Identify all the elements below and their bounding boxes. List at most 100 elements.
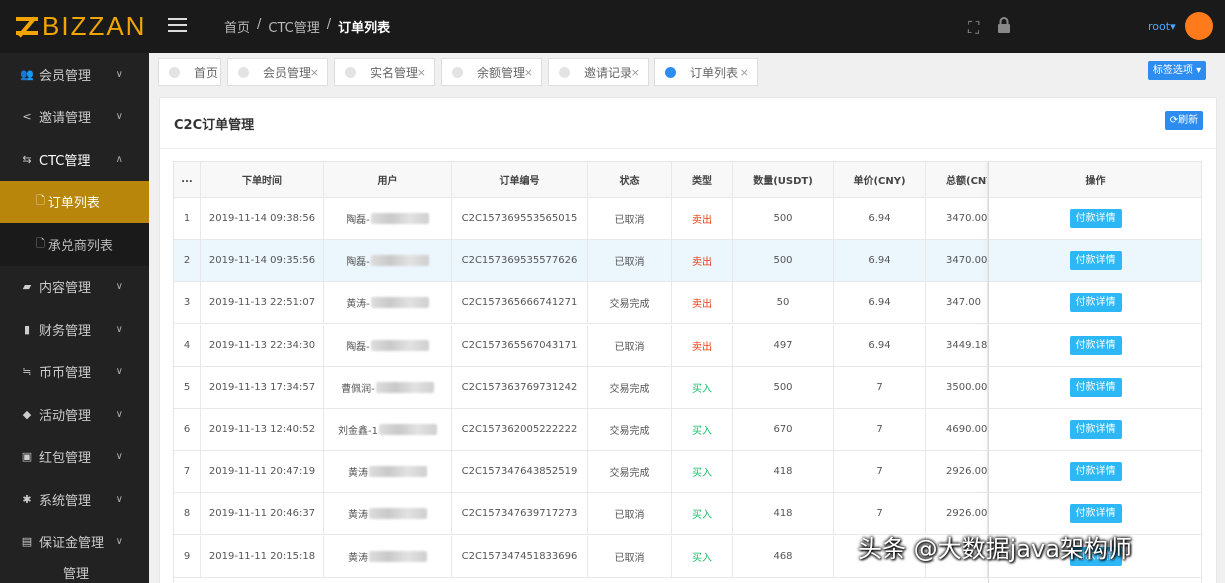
table-cell: 6.94 <box>834 324 926 366</box>
sidebar-item-partial[interactable]: 管理 <box>0 563 149 583</box>
table-cell: 497 <box>733 324 834 366</box>
total-amount: 2926.00 <box>946 508 988 520</box>
table-row[interactable]: 2 2019-11-14 09:35:56 陶磊- C2C15736953557762… <box>174 240 1201 283</box>
table-row[interactable]: 7 2019-11-11 20:47:19 黄涛 C2C157347643852519… <box>174 451 1201 494</box>
table-row[interactable]: 4 2019-11-13 22:34:30 陶磊- C2C15736556704317… <box>174 324 1201 367</box>
tab-balance[interactable]: 余额管理 × <box>441 58 542 86</box>
column-header: 下单时间 <box>201 162 324 197</box>
table-cell: 5 <box>174 366 201 408</box>
table-cell: 670 <box>733 409 834 450</box>
sidebar-subitem-order-list[interactable]: 🗋 订单列表 <box>0 180 149 223</box>
order-time: 2019-11-11 20:46:37 <box>208 508 316 520</box>
table-cell: 陶磊- <box>324 198 452 239</box>
sidebar-item-red-packets[interactable]: ▣ 红包管理 ∨ <box>0 436 149 479</box>
unit-price: 7 <box>876 424 883 435</box>
chevron-down-icon: ∨ <box>115 111 123 123</box>
redacted-text <box>370 213 429 224</box>
exchange-icon: ⇆ <box>22 152 32 166</box>
table-cell: 7 <box>174 451 201 493</box>
sidebar-item-system[interactable]: ✱ 系统管理 ∨ <box>0 478 149 521</box>
tab-label: 首页 <box>194 65 219 80</box>
redacted-text <box>370 297 429 309</box>
avatar[interactable] <box>1185 12 1213 40</box>
total-amount: 347.00 <box>946 297 981 309</box>
order-type: 买入 <box>692 383 712 395</box>
close-icon[interactable]: × <box>417 66 426 79</box>
order-number: C2C157363769731242 <box>461 381 578 393</box>
order-number: C2C157365666741271 <box>461 297 578 309</box>
order-status: 已取消 <box>614 510 645 522</box>
payment-detail-button[interactable]: 付款详情 <box>1069 209 1122 228</box>
table-cell: 4 <box>174 324 201 366</box>
table-cell: 已取消 <box>588 493 672 535</box>
order-status: 交易完成 <box>609 426 650 437</box>
tab-order-list[interactable]: 订单列表 × <box>654 58 758 86</box>
logo[interactable]: BIZZAN <box>16 10 146 42</box>
table-cell: 卖出 <box>672 282 733 324</box>
breadcrumb-home[interactable]: 首页 <box>224 17 250 36</box>
table-cell: 2 <box>174 240 201 282</box>
redacted-text <box>370 339 429 351</box>
sidebar-item-coins[interactable]: ≒ 币币管理 ∨ <box>0 351 149 394</box>
fullscreen-icon[interactable]: ⛶ <box>968 18 979 38</box>
folder-icon: ▰ <box>22 280 32 294</box>
sidebar-item-content[interactable]: ▰ 内容管理 ∨ <box>0 266 149 309</box>
table-cell: 3470.00 <box>926 198 988 239</box>
table-row[interactable]: 3 2019-11-13 22:51:07 黄涛- C2C15736566674127… <box>174 282 1201 325</box>
payment-detail-button[interactable]: 付款详情 <box>1069 335 1122 355</box>
document-icon: 🗋 <box>36 236 45 250</box>
redacted-text <box>378 424 437 435</box>
total-amount: 3470.00 <box>946 255 988 267</box>
order-status: 交易完成 <box>609 299 650 311</box>
payment-detail-button[interactable]: 付款详情 <box>1069 462 1122 482</box>
lock-icon[interactable] <box>997 17 1011 34</box>
tab-members[interactable]: 会员管理 × <box>227 58 328 86</box>
menu-toggle-icon[interactable] <box>168 18 187 33</box>
gear-icon: ✱ <box>22 492 32 506</box>
table-cell: 已取消 <box>588 324 672 366</box>
redacted-text <box>369 466 427 478</box>
chevron-down-icon: ∨ <box>115 323 123 335</box>
close-icon[interactable]: × <box>740 66 749 79</box>
table-cell: 7 <box>834 451 926 493</box>
sidebar-item-deposit[interactable]: ▤ 保证金管理 ∨ <box>0 521 149 564</box>
breadcrumb-ctc[interactable]: CTC管理 <box>268 17 319 36</box>
payment-detail-button[interactable]: 付款详情 <box>1069 420 1122 439</box>
quantity: 500 <box>773 255 793 267</box>
user-name: 黄涛 <box>348 510 368 522</box>
tab-realname[interactable]: 实名管理 × <box>334 58 435 86</box>
table-cell: 买入 <box>672 409 733 450</box>
sidebar-item-activities[interactable]: ◆ 活动管理 ∨ <box>0 393 149 436</box>
redacted-text <box>370 255 429 267</box>
table-cell: 买入 <box>672 493 733 535</box>
order-time: 2019-11-14 09:38:56 <box>208 213 316 224</box>
table-row[interactable]: 5 2019-11-13 17:34:57 曹佩润- C2C1573637697312… <box>174 366 1201 409</box>
logo-text: BIZZAN <box>42 10 147 41</box>
sidebar-item-finance[interactable]: ▮ 财务管理 ∨ <box>0 308 149 351</box>
user-menu[interactable]: root▾ <box>1148 20 1176 33</box>
sidebar-subitem-acceptor-list[interactable]: 🗋 承兑商列表 <box>0 223 149 266</box>
table-row[interactable]: 1 2019-11-14 09:38:56 陶磊- C2C15736955356501… <box>174 198 1201 240</box>
row-index: 5 <box>183 381 191 393</box>
sidebar-item-members[interactable]: 👥 会员管理 ∨ <box>0 53 149 96</box>
close-icon[interactable]: × <box>524 66 533 79</box>
table-cell: 已取消 <box>588 535 672 577</box>
close-icon[interactable]: × <box>631 66 640 79</box>
table-row[interactable]: 6 2019-11-13 12:40:52 刘金鑫-1 C2C157362005222… <box>174 409 1201 451</box>
payment-detail-button[interactable]: 付款详情 <box>1069 251 1122 271</box>
payment-detail-button[interactable]: 付款详情 <box>1069 293 1122 313</box>
refresh-button[interactable]: ⟳刷新 <box>1165 111 1203 130</box>
sidebar-item-ctc[interactable]: ⇆ CTC管理 ∧ <box>0 138 149 181</box>
column-header: 总额(CNY) <box>926 162 988 197</box>
sidebar-item-label: 管理 <box>63 567 90 582</box>
payment-detail-button[interactable]: 付款详情 <box>1069 377 1122 397</box>
sidebar-item-invites[interactable]: < 邀请管理 ∨ <box>0 96 149 139</box>
sidebar-item-label: CTC管理 <box>39 153 91 169</box>
tab-home[interactable]: 首页 <box>158 58 221 86</box>
order-number: C2C157347643852519 <box>461 466 578 478</box>
payment-detail-button[interactable]: 付款详情 <box>1069 504 1122 524</box>
sidebar-item-label: 保证金管理 <box>39 536 105 552</box>
close-icon[interactable]: × <box>310 66 319 79</box>
tab-invite-records[interactable]: 邀请记录 × <box>548 58 649 86</box>
tag-options-button[interactable]: 标签选项 ▾ <box>1148 61 1206 80</box>
